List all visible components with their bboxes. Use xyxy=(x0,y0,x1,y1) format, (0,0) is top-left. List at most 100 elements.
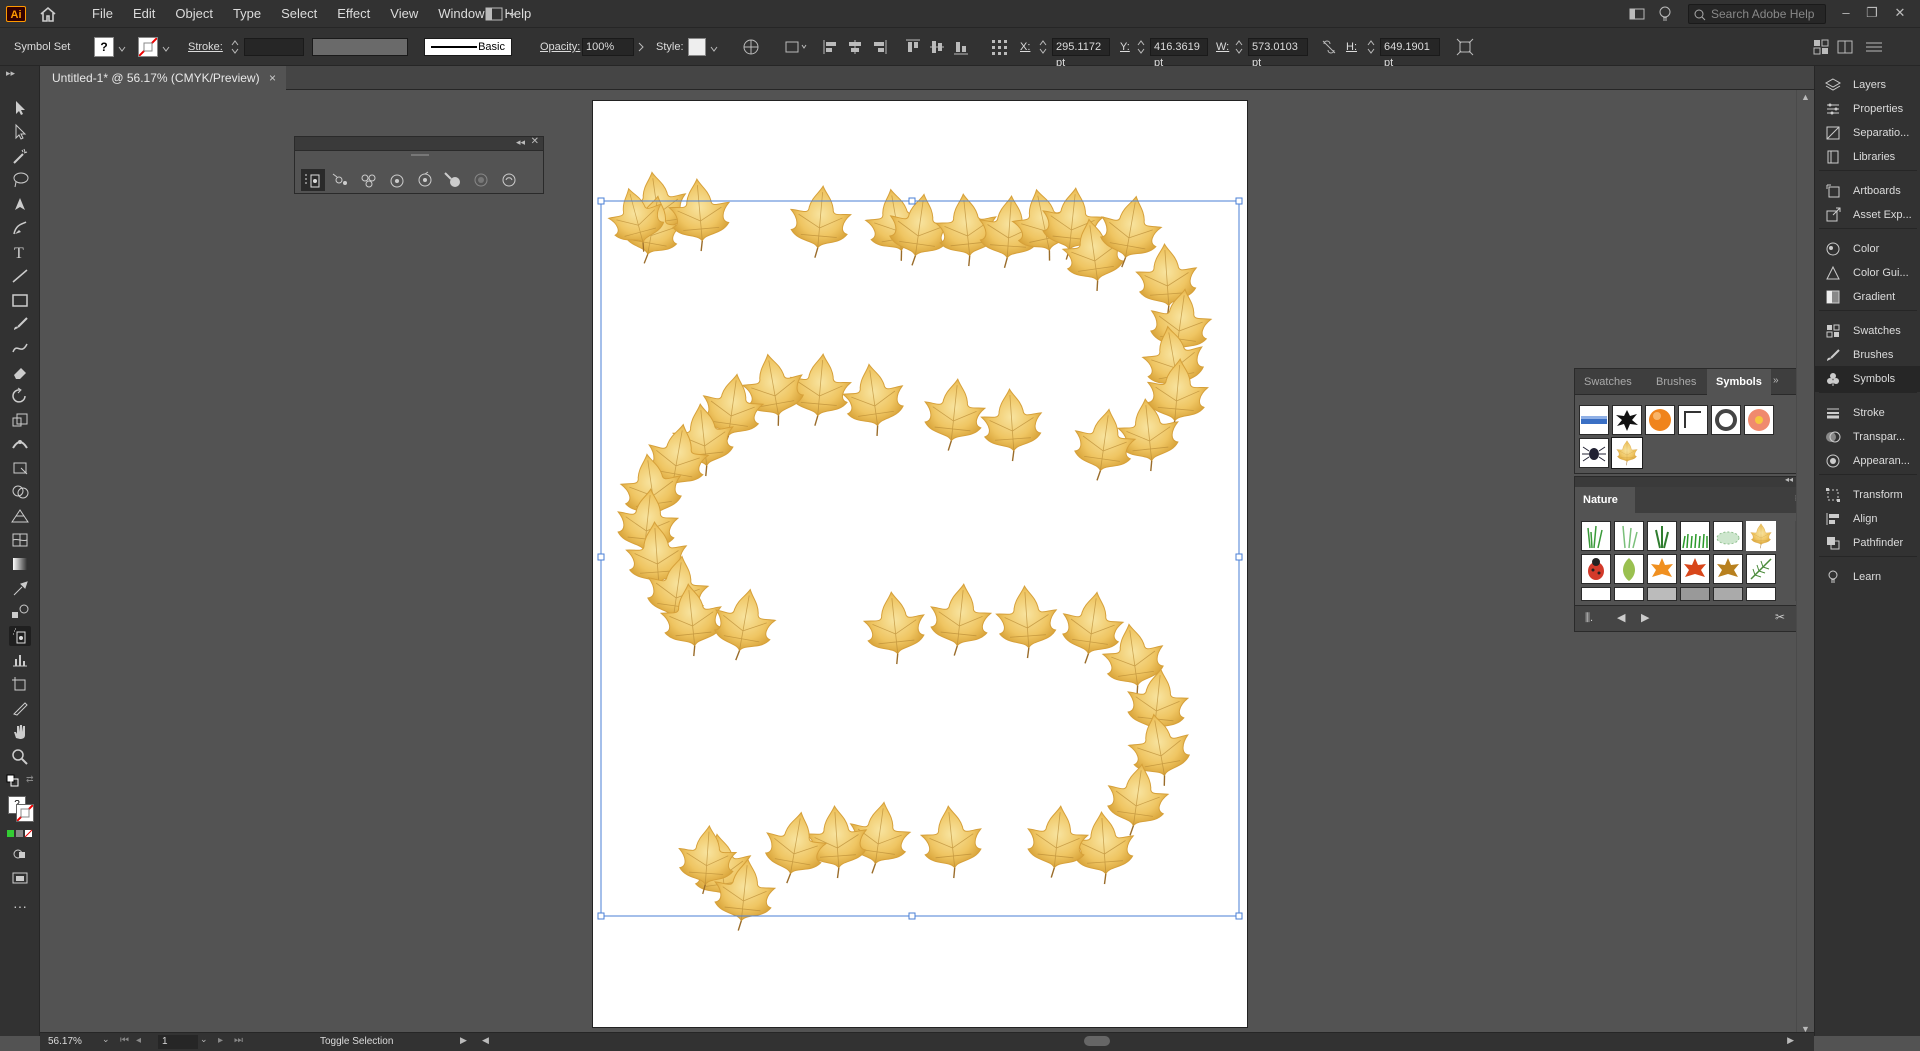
toolbar-collapse-icon[interactable]: ▸▸ xyxy=(6,68,20,78)
dock-color[interactable]: Color xyxy=(1815,236,1920,262)
symbol-partial-2[interactable] xyxy=(1614,587,1644,601)
scroll-right-icon[interactable]: ▶ xyxy=(1787,1035,1794,1046)
scale-tool-icon[interactable] xyxy=(9,410,31,430)
scroll-up-icon[interactable]: ▲ xyxy=(1801,92,1810,102)
dock-symbols[interactable]: Symbols xyxy=(1815,366,1920,392)
menu-file[interactable]: File xyxy=(82,0,123,28)
align-bottom-icon[interactable] xyxy=(952,38,970,56)
fill-dropdown-icon[interactable] xyxy=(118,42,126,60)
graphic-style-swatch[interactable] xyxy=(688,38,706,56)
magic-wand-tool-icon[interactable] xyxy=(9,146,31,166)
symbol-frame-corner[interactable] xyxy=(1678,405,1708,435)
symbol-partial-4[interactable] xyxy=(1680,587,1710,601)
menu-object[interactable]: Object xyxy=(165,0,223,28)
close-window-icon[interactable]: ✕ xyxy=(1890,4,1910,22)
rotate-tool-icon[interactable] xyxy=(9,386,31,406)
dock-separations[interactable]: Separatio... xyxy=(1815,120,1920,146)
previous-library-icon[interactable]: ◀ xyxy=(1617,611,1625,624)
symbol-styler-icon[interactable] xyxy=(497,169,521,191)
dock-transparency[interactable]: Transpar... xyxy=(1815,424,1920,450)
blend-tool-icon[interactable] xyxy=(9,602,31,622)
panel-options-icon[interactable] xyxy=(1836,38,1854,56)
menu-view[interactable]: View xyxy=(380,0,428,28)
opacity-expand-icon[interactable] xyxy=(636,38,646,56)
align-right-icon[interactable] xyxy=(870,38,888,56)
align-to-selection-icon[interactable] xyxy=(784,38,807,56)
rectangle-tool-icon[interactable] xyxy=(9,290,31,310)
discover-icon[interactable] xyxy=(1656,5,1674,23)
panel-grip[interactable] xyxy=(411,154,429,156)
symbol-stainer-icon[interactable] xyxy=(441,169,465,191)
symbol-sizer-icon[interactable] xyxy=(385,169,409,191)
fill-swatch[interactable]: ? xyxy=(94,37,114,57)
symbol-ladybug[interactable] xyxy=(1581,554,1611,584)
constrain-proportions-icon[interactable] xyxy=(1320,38,1338,56)
edit-toolbar-icon[interactable]: ··· xyxy=(9,898,31,918)
zoom-dropdown-icon[interactable]: ⌄ xyxy=(102,1034,110,1045)
symbol-grass-1[interactable] xyxy=(1581,521,1611,551)
mesh-tool-icon[interactable] xyxy=(9,530,31,550)
arrange-documents-icon[interactable] xyxy=(1628,6,1646,22)
align-vertical-center-icon[interactable] xyxy=(928,38,946,56)
symbol-sprayer-icon[interactable] xyxy=(301,169,325,191)
dock-asset-export[interactable]: Asset Exp... xyxy=(1815,202,1920,228)
dock-pathfinder[interactable]: Pathfinder xyxy=(1815,530,1920,556)
next-library-icon[interactable]: ▶ xyxy=(1641,611,1649,624)
h-field[interactable]: 649.1901 pt xyxy=(1380,38,1440,69)
transform-each-icon[interactable] xyxy=(1456,38,1474,56)
collapse-library-icon[interactable]: ◂◂ xyxy=(1785,475,1793,484)
menu-edit[interactable]: Edit xyxy=(123,0,165,28)
dock-color-guide[interactable]: Color Gui... xyxy=(1815,260,1920,286)
library-tab[interactable]: Nature xyxy=(1575,487,1635,513)
symbol-grass-4[interactable] xyxy=(1680,521,1710,551)
restore-icon[interactable]: ❐ xyxy=(1862,4,1882,22)
symbol-partial-6[interactable] xyxy=(1746,587,1776,601)
next-artboard-icon[interactable]: ▸ xyxy=(218,1035,223,1046)
opacity-label[interactable]: Opacity: xyxy=(540,28,580,66)
dock-swatches[interactable]: Swatches xyxy=(1815,318,1920,344)
symbol-grass-2[interactable] xyxy=(1614,521,1644,551)
shape-builder-tool-icon[interactable] xyxy=(9,482,31,502)
perspective-grid-tool-icon[interactable] xyxy=(9,506,31,526)
tab-swatches[interactable]: Swatches xyxy=(1575,369,1641,395)
tab-brushes[interactable]: Brushes xyxy=(1647,369,1705,395)
status-menu-icon[interactable]: ▶ xyxy=(460,1035,467,1046)
reference-point-icon[interactable] xyxy=(990,38,1008,56)
symbol-screener-icon[interactable] xyxy=(469,169,493,191)
stroke-swatch[interactable] xyxy=(138,37,158,57)
document-tab[interactable]: Untitled-1* @ 56.17% (CMYK/Preview) × xyxy=(40,66,286,90)
collapse-panel-icon[interactable]: ◂◂ xyxy=(516,137,525,148)
pen-tool-icon[interactable] xyxy=(9,194,31,214)
opacity-field[interactable]: 100% xyxy=(582,38,634,56)
tab-symbols[interactable]: Symbols xyxy=(1707,369,1771,395)
symbol-partial-1[interactable] xyxy=(1581,587,1611,601)
panel-header[interactable]: ◂◂ ✕ xyxy=(295,136,543,151)
y-stepper[interactable] xyxy=(1136,38,1146,56)
shaper-tool-icon[interactable] xyxy=(9,338,31,358)
style-dropdown-icon[interactable] xyxy=(710,42,718,60)
dock-layers[interactable]: Layers xyxy=(1815,72,1920,98)
w-field[interactable]: 573.0103 pt xyxy=(1248,38,1308,69)
dock-gradient[interactable]: Gradient xyxy=(1815,284,1920,310)
horizontal-scrollbar[interactable]: ◀ ▶ xyxy=(480,1033,1796,1050)
dock-learn[interactable]: Learn xyxy=(1815,564,1920,590)
align-top-icon[interactable] xyxy=(904,38,922,56)
eyedropper-tool-icon[interactable] xyxy=(9,578,31,598)
symbol-partial-5[interactable] xyxy=(1713,587,1743,601)
close-panel-icon[interactable]: ✕ xyxy=(531,136,539,147)
direct-selection-tool-icon[interactable] xyxy=(9,122,31,142)
scroll-left-icon[interactable]: ◀ xyxy=(482,1035,489,1046)
menu-effect[interactable]: Effect xyxy=(327,0,380,28)
eraser-tool-icon[interactable] xyxy=(9,362,31,382)
hand-tool-icon[interactable] xyxy=(9,722,31,742)
last-artboard-icon[interactable]: ⏭ xyxy=(234,1035,243,1046)
artboard-dropdown-icon[interactable]: ⌄ xyxy=(200,1034,208,1045)
stroke-color-box[interactable] xyxy=(16,804,34,822)
symbol-shifter-icon[interactable] xyxy=(329,169,353,191)
line-segment-tool-icon[interactable] xyxy=(9,266,31,286)
symbol-grass-3[interactable] xyxy=(1647,521,1677,551)
symbol-red-maple[interactable] xyxy=(1680,554,1710,584)
width-tool-icon[interactable] xyxy=(9,434,31,454)
screen-mode-icon[interactable] xyxy=(9,868,31,888)
lasso-tool-icon[interactable] xyxy=(9,170,31,190)
